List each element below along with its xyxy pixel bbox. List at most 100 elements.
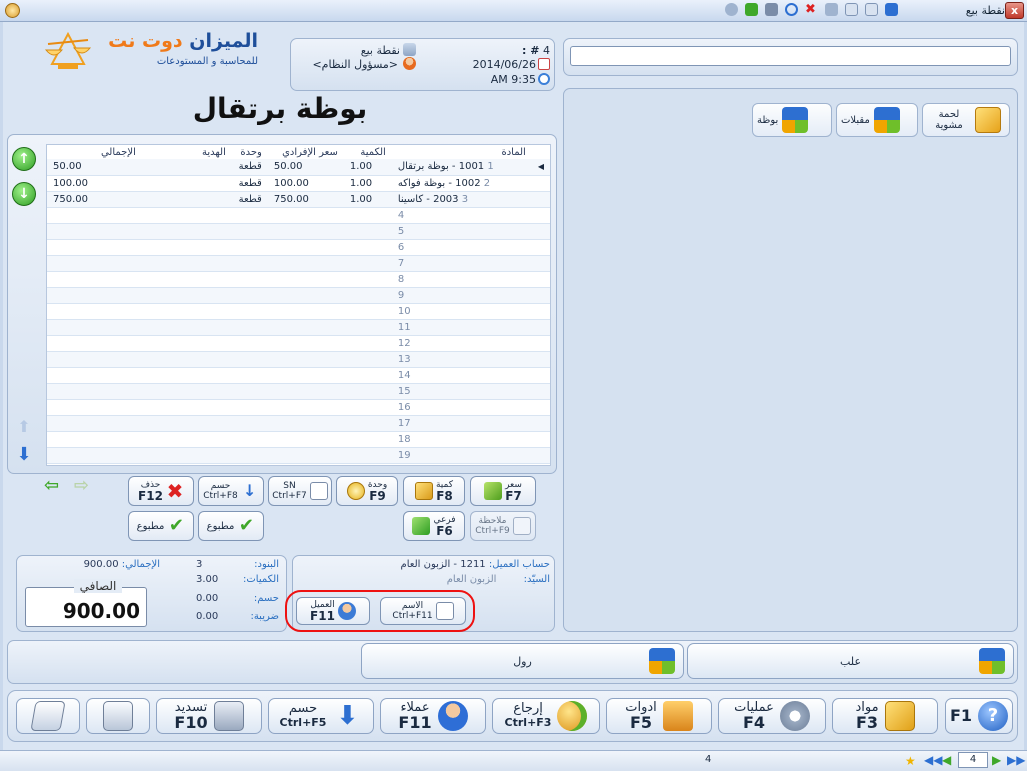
cell-gift[interactable] <box>141 159 232 176</box>
cell-gift[interactable] <box>141 335 232 352</box>
category-button-grill[interactable]: لحمة مشوية <box>922 103 1010 137</box>
cell-unit[interactable] <box>231 335 268 352</box>
cell-total[interactable] <box>47 447 142 464</box>
row-marker[interactable] <box>531 191 550 208</box>
favorite-star-icon[interactable]: ★ <box>905 754 918 768</box>
cell-total[interactable]: 50.00 <box>47 159 142 176</box>
grid-col-gift[interactable]: الهدية <box>141 145 232 159</box>
table-row[interactable]: 5 <box>47 223 550 240</box>
cell-item[interactable]: 8 <box>391 271 532 288</box>
cell-unit[interactable] <box>231 447 268 464</box>
cell-unit[interactable] <box>231 367 268 384</box>
cash-drawer-button[interactable] <box>16 698 80 734</box>
cell-total[interactable] <box>47 383 142 400</box>
cell-price[interactable] <box>267 319 344 336</box>
table-row[interactable]: 4 <box>47 207 550 224</box>
cell-qty[interactable]: 1.00 <box>343 191 392 208</box>
cell-qty[interactable] <box>343 431 392 448</box>
settings-icon[interactable] <box>725 3 738 16</box>
cell-unit[interactable] <box>231 351 268 368</box>
paste-icon[interactable] <box>845 3 858 16</box>
grid-col-item[interactable]: المادة <box>391 145 532 159</box>
cell-total[interactable] <box>47 255 142 272</box>
row-marker[interactable]: ◀ <box>531 159 550 176</box>
cell-price[interactable] <box>267 447 344 464</box>
cell-unit[interactable] <box>231 383 268 400</box>
table-row[interactable]: 15 <box>47 383 550 400</box>
cell-price[interactable] <box>267 415 344 432</box>
cell-gift[interactable] <box>141 399 232 416</box>
cell-total[interactable]: 750.00 <box>47 191 142 208</box>
cell-price[interactable] <box>267 383 344 400</box>
cell-gift[interactable] <box>141 351 232 368</box>
cell-unit[interactable] <box>231 223 268 240</box>
cell-unit[interactable] <box>231 431 268 448</box>
save-icon[interactable] <box>885 3 898 16</box>
grid-col-price[interactable]: سعر الإفرادي <box>267 145 344 159</box>
cell-qty[interactable] <box>343 207 392 224</box>
cell-price[interactable] <box>267 207 344 224</box>
cell-gift[interactable] <box>141 383 232 400</box>
arrow-left-icon[interactable]: ⇦ <box>44 475 66 496</box>
search-input[interactable] <box>570 46 1011 66</box>
grid-col-total[interactable]: الإجمالي <box>47 145 142 159</box>
table-row[interactable]: ◀ 1 1001 - بوظة برتقال 1.00 50.00 قطعة 50.00 <box>47 159 550 176</box>
payment-button[interactable]: تسديد F10 <box>156 698 262 734</box>
cell-price[interactable] <box>267 335 344 352</box>
cell-item[interactable]: 10 <box>391 303 532 320</box>
cell-gift[interactable] <box>141 207 232 224</box>
table-row[interactable]: 6 <box>47 239 550 256</box>
table-row[interactable]: 2 1002 - بوظة فواكه 1.00 100.00 قطعة 100.00 <box>47 175 550 192</box>
cell-qty[interactable] <box>343 223 392 240</box>
cell-item[interactable]: 9 <box>391 287 532 304</box>
cell-unit[interactable]: قطعة <box>231 175 268 192</box>
cell-gift[interactable] <box>141 415 232 432</box>
cell-qty[interactable] <box>343 399 392 416</box>
next-page-icon[interactable]: ▶ <box>992 753 1004 767</box>
cell-price[interactable]: 750.00 <box>267 191 344 208</box>
cell-qty[interactable] <box>343 367 392 384</box>
cell-gift[interactable] <box>141 223 232 240</box>
cell-gift[interactable] <box>141 255 232 272</box>
cell-gift[interactable] <box>141 271 232 288</box>
grid-col-unit[interactable]: وحدة <box>231 145 268 159</box>
cell-item[interactable]: 1 1001 - بوظة برتقال <box>391 159 532 176</box>
cell-item[interactable]: 5 <box>391 223 532 240</box>
table-row[interactable]: 17 <box>47 415 550 432</box>
cell-item[interactable]: 11 <box>391 319 532 336</box>
row-marker[interactable] <box>531 447 550 464</box>
row-marker[interactable] <box>531 207 550 224</box>
discount-toolbar-button[interactable]: ⬇ حسم Ctrl+F5 <box>268 698 374 734</box>
close-button[interactable]: x <box>1005 2 1024 19</box>
cell-price[interactable] <box>267 223 344 240</box>
cell-item[interactable]: 2 1002 - بوظة فواكه <box>391 175 532 192</box>
items-grid[interactable]: المادة الكمية سعر الإفرادي وحدة الهدية ا… <box>46 144 551 466</box>
delete-icon[interactable]: ✖ <box>805 3 818 16</box>
print-button[interactable] <box>86 698 150 734</box>
row-marker[interactable] <box>531 399 550 416</box>
cell-item[interactable]: 18 <box>391 431 532 448</box>
table-row[interactable]: 11 <box>47 319 550 336</box>
cell-qty[interactable] <box>343 351 392 368</box>
copy-icon[interactable] <box>865 3 878 16</box>
cell-qty[interactable]: 1.00 <box>343 175 392 192</box>
table-row[interactable]: 19 <box>47 447 550 464</box>
cell-item[interactable]: 4 <box>391 207 532 224</box>
cell-price[interactable] <box>267 399 344 416</box>
cell-total[interactable] <box>47 431 142 448</box>
cell-price[interactable]: 50.00 <box>267 159 344 176</box>
materials-button[interactable]: مواد F3 <box>832 698 938 734</box>
cell-item[interactable]: 14 <box>391 367 532 384</box>
cell-unit[interactable] <box>231 271 268 288</box>
sort-icon[interactable] <box>745 3 758 16</box>
cell-item[interactable]: 19 <box>391 447 532 464</box>
row-marker[interactable] <box>531 175 550 192</box>
cell-gift[interactable] <box>141 319 232 336</box>
cell-qty[interactable] <box>343 287 392 304</box>
cell-total[interactable] <box>47 271 142 288</box>
cell-qty[interactable]: 1.00 <box>343 159 392 176</box>
row-marker[interactable] <box>531 239 550 256</box>
cell-unit[interactable] <box>231 399 268 416</box>
move-down-button[interactable]: ↓ <box>12 182 36 206</box>
customer-name-button[interactable]: الاسم Ctrl+F11 <box>380 597 466 625</box>
